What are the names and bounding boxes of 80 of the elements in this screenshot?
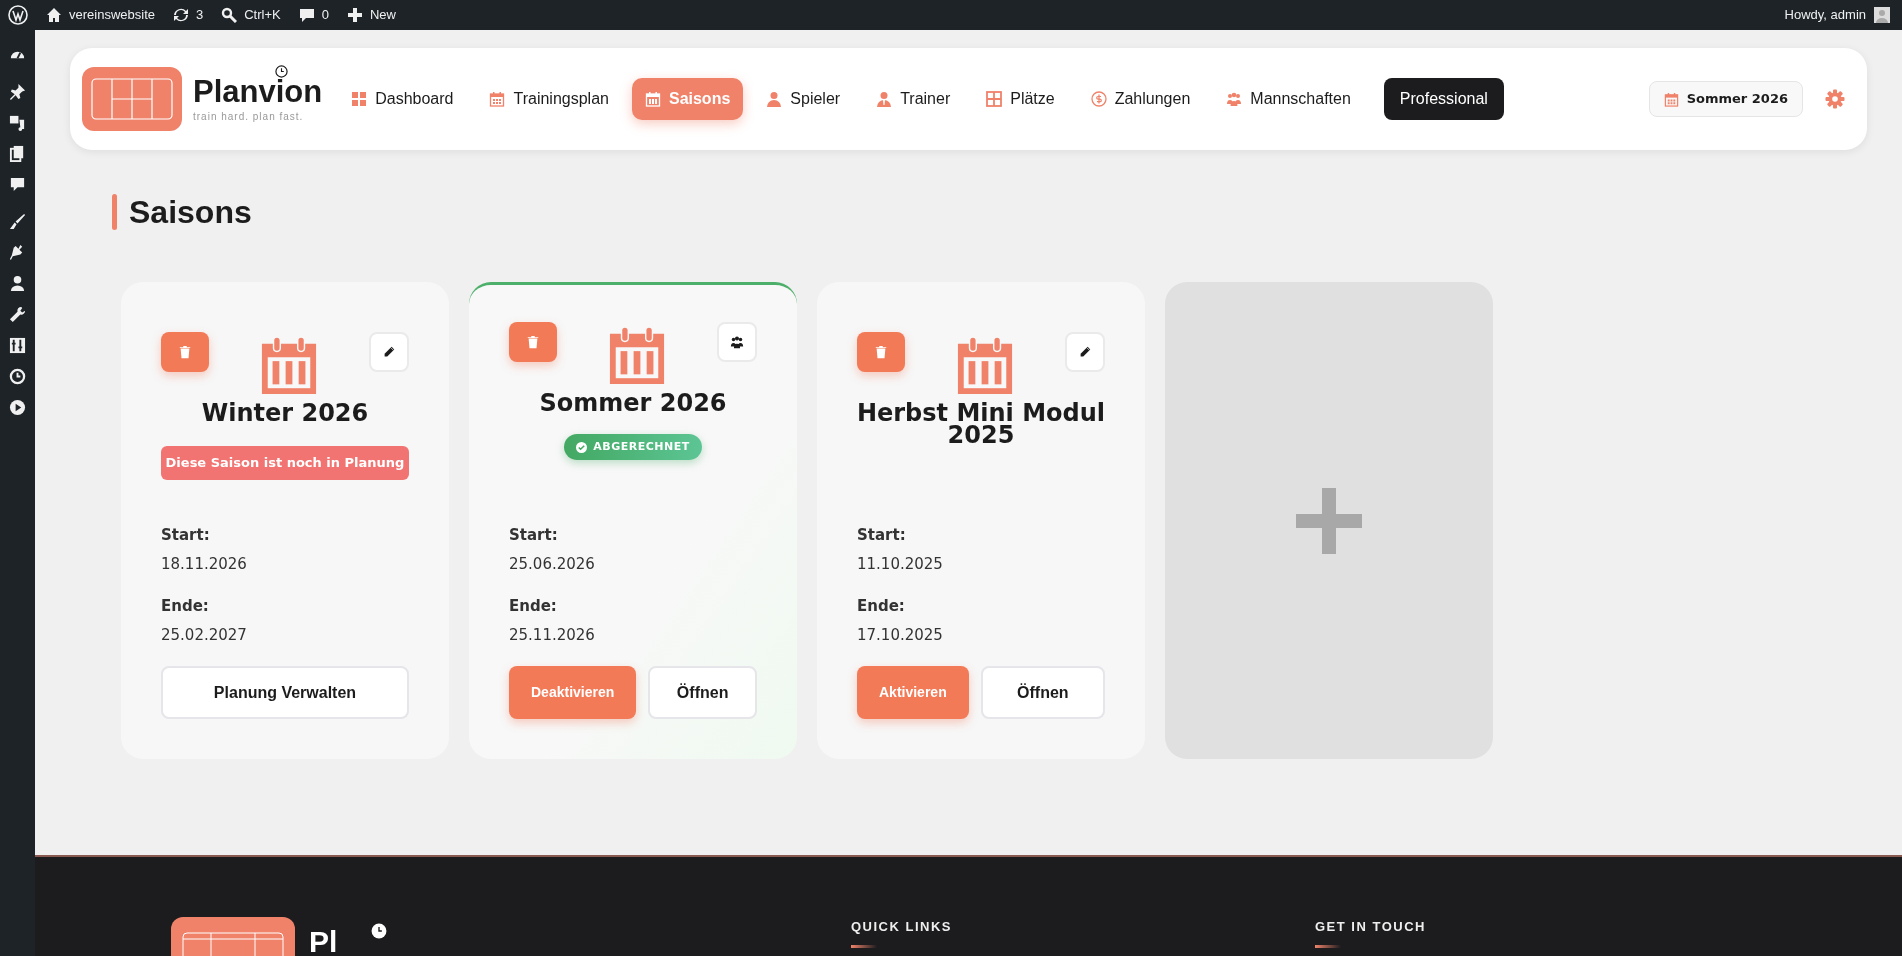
tagline: train hard. plan fast. [193,109,305,124]
brand-name: Pl [309,927,338,956]
settings-icon[interactable] [1825,89,1845,109]
user-icon[interactable] [9,275,26,292]
comment-icon[interactable] [9,176,26,193]
plan-badge[interactable]: Professional [1383,78,1504,120]
calendar-icon [1663,91,1679,107]
edit-button[interactable] [369,332,409,372]
status-badge: ABGERECHNET [564,434,702,460]
calendar-icon [260,336,318,394]
field-label: Start: [857,525,907,546]
team-button[interactable] [717,322,757,362]
start-date: 25.06.2026 [509,553,596,575]
play-icon[interactable] [9,399,26,416]
search-icon [221,7,238,23]
end-date: 25.11.2026 [509,624,596,646]
pages-icon[interactable] [9,145,26,162]
status-banner: Diese Saison ist noch in Planung [161,446,409,480]
site-link[interactable]: vereinswebsite [46,5,155,25]
check-icon [576,441,588,453]
action-button[interactable]: Planung Verwalten [161,666,409,719]
field-label: Ende: [857,596,906,617]
calendar-icon [489,91,506,107]
calendar-icon [956,336,1014,394]
trash-icon [178,345,192,359]
clock-icon [275,64,288,78]
footer-heading: QUICK LINKS [851,918,952,936]
field-label: Start: [161,525,211,546]
pin-icon[interactable] [9,83,26,100]
calendar-icon [644,91,661,107]
sliders-icon[interactable] [9,337,26,354]
account-menu[interactable]: Howdy, admin [1784,5,1890,25]
plus-icon [1296,487,1362,554]
clock-icon [371,923,388,939]
field-label: Start: [509,525,559,546]
start-date: 11.10.2025 [857,553,944,575]
footer-heading: GET IN TOUCH [1315,918,1426,936]
brand-name: Planvion [193,74,323,109]
wordpress-logo[interactable] [8,5,28,25]
person-icon [766,91,783,107]
comment-icon [298,7,315,23]
new-link[interactable]: New [346,5,396,25]
search-link[interactable]: Ctrl+K [221,5,281,25]
page-title: Saisons [129,193,252,232]
delete-button[interactable] [857,332,905,372]
person-icon [876,91,893,107]
calendar-icon [608,326,666,384]
delete-button[interactable] [161,332,209,372]
delete-button[interactable] [509,322,557,362]
clock-icon[interactable] [9,368,26,385]
home-icon [46,7,62,23]
comments-link[interactable]: 0 [298,5,329,25]
trash-icon [526,335,540,349]
field-label: Ende: [509,596,558,617]
season-name: Herbst Mini Modul 2025 [855,402,1107,446]
action-button[interactable]: Öffnen [980,666,1105,719]
season-name: Sommer 2026 [538,392,728,414]
grid-icon [986,91,1003,107]
end-date: 25.02.2027 [161,624,248,646]
refresh-icon [173,7,189,23]
avatar-icon [1874,7,1890,23]
group-icon [1226,91,1243,107]
plus-icon [346,7,363,23]
end-date: 17.10.2025 [857,624,944,646]
edit-button[interactable] [1065,332,1105,372]
wrench-icon[interactable] [9,306,26,323]
grid-icon [351,91,368,107]
dollar-icon [1090,91,1107,107]
brush-icon[interactable] [9,213,26,230]
start-date: 18.11.2026 [161,553,248,575]
group-icon [730,335,744,349]
field-label: Ende: [161,596,210,617]
media-icon[interactable] [9,114,26,131]
edit-icon [382,345,396,359]
season-picker[interactable]: Sommer 2026 [1648,81,1803,117]
updates-link[interactable]: 3 [173,5,204,25]
action-button[interactable]: Öffnen [648,666,757,719]
trash-icon [874,345,888,359]
edit-icon [1078,345,1092,359]
season-name: Winter 2026 [200,402,370,424]
